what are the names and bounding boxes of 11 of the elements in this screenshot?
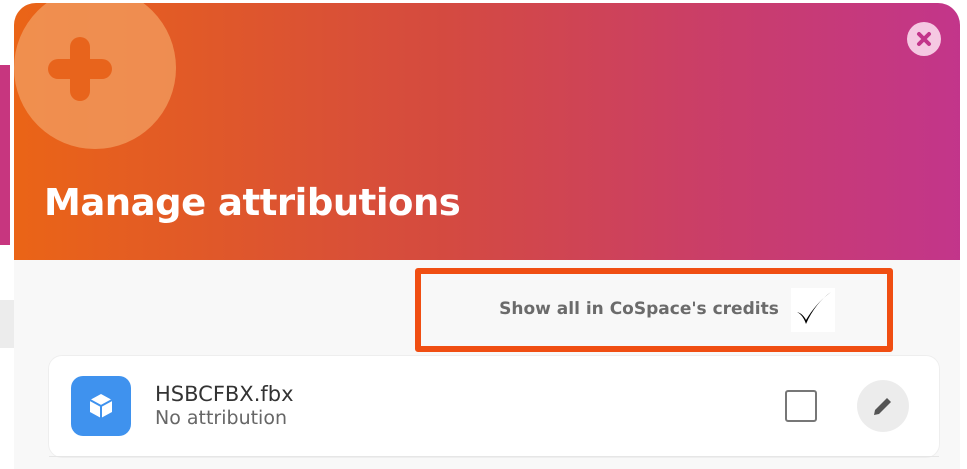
toggle-label: Show all in CoSpace's credits — [499, 298, 779, 322]
close-button[interactable] — [907, 22, 941, 56]
checkbox[interactable] — [790, 288, 835, 332]
edit-button[interactable] — [857, 380, 909, 432]
cube-icon — [71, 376, 131, 436]
attribution-text: No attribution — [155, 407, 288, 431]
pencil-icon — [872, 395, 894, 417]
asset-name: HSBCFBX.fbx — [155, 381, 295, 408]
dialog-title: Manage attributions — [44, 181, 460, 226]
checkbox[interactable] — [785, 390, 817, 422]
close-icon — [916, 31, 932, 47]
